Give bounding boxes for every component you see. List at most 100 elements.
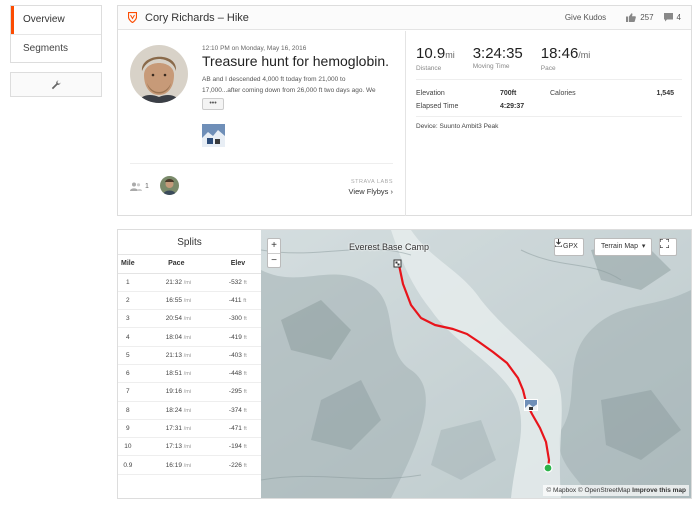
group-activity[interactable]: 1 (130, 182, 149, 191)
split-pace-value: 18:24 (165, 406, 182, 414)
splits-panel: Splits Mile Pace Elev 1 21:32 /mi -532 ft 2… (118, 230, 261, 498)
expand-icon (660, 239, 669, 248)
zoom-out-button[interactable]: − (268, 253, 280, 267)
activity-type: Hike (226, 11, 249, 24)
thumbs-up-icon (626, 13, 637, 22)
map-type-dropdown[interactable]: Terrain Map ▾ (594, 238, 653, 256)
pace-unit: /mi (183, 279, 192, 286)
split-pace-value: 18:51 (165, 370, 182, 378)
more-description-button[interactable]: ••• (202, 98, 224, 110)
pace-unit: /mi (183, 462, 192, 469)
elev-unit: ft (243, 426, 247, 433)
elev-unit: ft (243, 444, 247, 451)
stats-row: Elapsed Time 4:29:37 (416, 100, 686, 113)
split-pace-value: 19:16 (165, 388, 182, 396)
primary-stats: 10.9mi Distance 3:24:35 Moving Time 18:4… (416, 45, 608, 72)
elev-unit: ft (243, 371, 247, 378)
strava-labs-label: STRAVA LABS (351, 179, 393, 185)
divider (416, 79, 682, 80)
athlete-avatar[interactable] (130, 45, 188, 103)
splits-title: Splits (118, 230, 261, 255)
elev-unit: ft (243, 352, 247, 359)
people-icon (130, 182, 142, 191)
zoom-in-button[interactable]: + (268, 239, 280, 253)
split-pace-value: 21:13 (165, 351, 182, 359)
activity-header: Cory Richards – Hike Give Kudos 257 4 (118, 6, 691, 30)
map-place-label: Everest Base Camp (349, 242, 430, 252)
column-header: Elev (214, 255, 261, 274)
athlete-name[interactable]: Cory Richards (145, 12, 215, 24)
split-pace: 20:54 /mi (137, 309, 215, 329)
split-pace: 18:51 /mi (137, 364, 215, 384)
split-pace: 21:13 /mi (137, 346, 215, 365)
gpx-download-button[interactable]: GPX (554, 238, 584, 256)
attribution-text[interactable]: © Mapbox © OpenStreetMap (546, 487, 630, 494)
split-pace-value: 18:04 (165, 333, 182, 341)
pace-unit: /mi (183, 352, 192, 359)
partner-avatar[interactable] (160, 176, 179, 195)
split-elev-value: -532 (228, 278, 242, 286)
split-elev-value: -295 (228, 388, 242, 396)
split-elev: -295 ft (214, 382, 261, 402)
split-pace: 18:24 /mi (137, 401, 215, 420)
give-kudos-button[interactable]: Give Kudos (565, 13, 606, 22)
activity-photo-thumbnail[interactable] (202, 124, 225, 147)
split-row: 5 21:13 /mi -403 ft (118, 346, 261, 365)
split-elev-value: -419 (228, 333, 242, 341)
header-actions: Give Kudos 257 4 (565, 13, 681, 22)
pace-unit: /mi (183, 444, 192, 451)
improve-map-link[interactable]: Improve this map (632, 487, 686, 494)
splits-table: Mile Pace Elev 1 21:32 /mi -532 ft 2 16:55 /… (118, 255, 261, 475)
split-elev: -194 ft (214, 437, 261, 457)
kudos-count-button[interactable]: 257 (626, 13, 654, 22)
split-pace-value: 20:54 (165, 315, 182, 323)
tools-button[interactable] (10, 72, 102, 97)
description-line: AB and I descended 4,000 ft today from 2… (202, 76, 346, 83)
sidebar-item-overview[interactable]: Overview (11, 6, 101, 34)
activity-datetime: 12:10 PM on Monday, May 16, 2016 (202, 45, 307, 52)
stat-moving-time: 3:24:35 Moving Time (473, 45, 523, 72)
map-attribution: © Mapbox © OpenStreetMap Improve this ma… (543, 485, 689, 496)
split-pace-value: 21:32 (165, 278, 182, 286)
route-map[interactable]: + − Everest Base Camp GPX Terrain Map ▾ … (261, 230, 691, 498)
title-separator: – (214, 11, 227, 24)
elapsed-time-label: Elapsed Time (416, 103, 459, 110)
elev-unit: ft (243, 389, 247, 396)
split-pace: 17:31 /mi (137, 419, 215, 439)
split-pace: 17:13 /mi (137, 437, 215, 457)
stats-row: Elevation 700ft Calories 1,545 (416, 87, 686, 100)
calories-value: 1,545 (656, 90, 674, 97)
sidebar-item-segments[interactable]: Segments (11, 34, 101, 62)
split-mile: 7 (118, 382, 138, 402)
elev-unit: ft (243, 334, 247, 341)
stat-pace: 18:46/mi Pace (541, 45, 591, 72)
moving-time-value: 3:24:35 (472, 45, 523, 62)
split-row: 2 16:55 /mi -411 ft (118, 291, 261, 311)
map-type-label: Terrain Map (601, 243, 638, 250)
comment-count-button[interactable]: 4 (663, 13, 681, 22)
pace-unit: /mi (183, 371, 192, 378)
caret-down-icon: ▾ (639, 243, 646, 250)
split-row: 7 19:16 /mi -295 ft (118, 382, 261, 402)
split-elev: -403 ft (214, 346, 261, 365)
pace-unit: /mi (183, 426, 192, 433)
side-nav: Overview Segments (10, 5, 102, 63)
split-elev-value: -403 (228, 351, 242, 359)
map-photo-marker[interactable] (524, 399, 538, 411)
pace-value: 18:46 (540, 45, 579, 62)
split-pace: 18:04 /mi (137, 327, 215, 347)
view-flybys-link[interactable]: View Flybys › (349, 187, 393, 196)
split-mile: 6 (118, 364, 138, 384)
split-elev: -374 ft (214, 401, 261, 420)
sidebar: Overview Segments (10, 5, 102, 97)
pace-unit: /mi (183, 316, 192, 323)
calories-label: Calories (550, 90, 576, 97)
split-elev: -226 ft (214, 455, 261, 475)
elev-unit: ft (243, 297, 247, 304)
split-mile: 5 (118, 346, 138, 365)
activity-description: AB and I descended 4,000 ft today from 2… (202, 74, 402, 96)
secondary-stats: Elevation 700ft Calories 1,545 Elapsed T… (416, 87, 686, 113)
fullscreen-button[interactable] (659, 238, 677, 256)
split-pace-value: 17:13 (165, 443, 182, 451)
splits-map-panel: Splits Mile Pace Elev 1 21:32 /mi -532 ft 2… (117, 229, 692, 499)
